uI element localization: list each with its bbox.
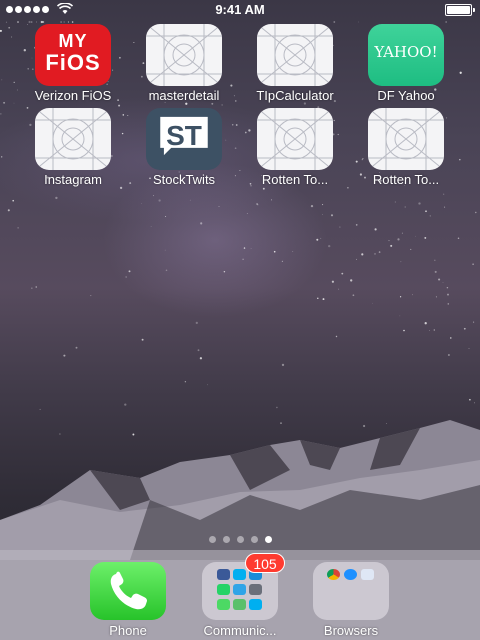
placeholder-grid-icon (146, 24, 222, 86)
google-icon (361, 569, 374, 580)
home-screen: 9:41 AM MY FiOS Verizon FiOS masterdetai… (0, 0, 480, 640)
fios-logo-icon: MY FiOS (35, 24, 111, 86)
app-instagram[interactable]: Instagram (18, 108, 128, 187)
app-label: TIpCalculator (256, 88, 334, 103)
app-label: StockTwits (152, 172, 216, 187)
status-time: 9:41 AM (215, 2, 265, 17)
app-label: masterdetail (148, 88, 220, 103)
page-dot[interactable] (208, 536, 216, 543)
skype-alt-icon (249, 599, 262, 610)
placeholder-grid-icon (257, 24, 333, 86)
messages-icon (217, 599, 230, 610)
notification-badge: 105 (245, 553, 285, 573)
app-label: Verizon FiOS (34, 88, 112, 103)
dock-folder-communication[interactable]: Communic... (185, 562, 295, 638)
mail-icon (233, 584, 246, 595)
page-dot[interactable] (222, 536, 230, 543)
app-label: Rotten To... (261, 172, 329, 187)
status-bar: 9:41 AM (0, 0, 480, 20)
folder-icon (313, 562, 389, 620)
page-dot-active[interactable] (264, 536, 272, 543)
app-rotten-tomatoes-1[interactable]: Rotten To... (240, 108, 350, 187)
app-label: Communic... (203, 623, 277, 638)
app-label: DF Yahoo (377, 88, 435, 103)
safari-icon (344, 569, 357, 580)
app-label: Rotten To... (372, 172, 440, 187)
app-df-yahoo[interactable]: YAHOO! DF Yahoo (351, 24, 461, 103)
facebook-icon (217, 569, 230, 580)
page-dot[interactable] (250, 536, 258, 543)
skype-icon (233, 569, 246, 580)
page-dot[interactable] (236, 536, 244, 543)
dock-folder-browsers[interactable]: Browsers (296, 562, 406, 638)
placeholder-grid-icon (35, 108, 111, 170)
app-masterdetail[interactable]: masterdetail (129, 24, 239, 103)
dock: Phone Communic... Browsers (0, 550, 480, 640)
app-verizon-fios[interactable]: MY FiOS Verizon FiOS (18, 24, 128, 103)
battery-icon (445, 4, 475, 16)
contacts-icon (249, 584, 262, 595)
chrome-icon (327, 569, 340, 580)
yahoo-logo-icon: YAHOO! (368, 24, 444, 86)
whatsapp-icon (217, 584, 230, 595)
placeholder-grid-icon (368, 108, 444, 170)
app-rotten-tomatoes-2[interactable]: Rotten To... (351, 108, 461, 187)
app-label: Phone (109, 623, 147, 638)
phone-icon (90, 562, 166, 620)
app-tipcalculator[interactable]: TIpCalculator (240, 24, 350, 103)
app-label: Browsers (323, 623, 379, 638)
app-stocktwits[interactable]: ST StockTwits (129, 108, 239, 187)
dock-app-phone[interactable]: Phone (73, 562, 183, 638)
placeholder-grid-icon (257, 108, 333, 170)
app-label: Instagram (44, 172, 102, 187)
page-indicator[interactable] (0, 536, 480, 543)
line-icon (233, 599, 246, 610)
stocktwits-logo-icon: ST (146, 108, 222, 170)
